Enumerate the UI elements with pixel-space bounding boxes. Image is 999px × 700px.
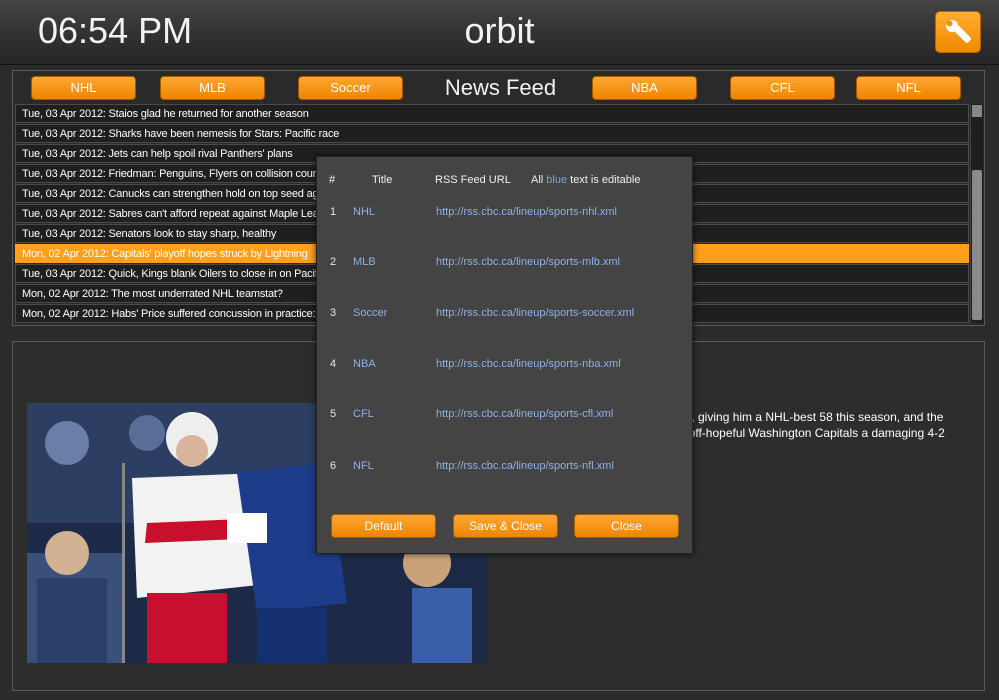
news-item[interactable]: Tue, 03 Apr 2012: Sharks have been nemes… bbox=[15, 124, 969, 143]
feed-row-number: 6 bbox=[330, 460, 337, 472]
feed-title-field[interactable]: Soccer bbox=[353, 307, 387, 319]
column-header-url: RSS Feed URL bbox=[435, 174, 511, 186]
feed-url-field[interactable]: http://rss.cbc.ca/lineup/sports-soccer.x… bbox=[436, 307, 634, 319]
feed-url-field[interactable]: http://rss.cbc.ca/lineup/sports-cfl.xml bbox=[436, 408, 613, 420]
feed-row-number: 2 bbox=[330, 256, 337, 268]
app-title: orbit bbox=[464, 10, 535, 51]
column-header-num: # bbox=[329, 174, 336, 186]
default-button[interactable]: Default bbox=[331, 514, 436, 538]
save-close-button[interactable]: Save & Close bbox=[453, 514, 558, 538]
settings-button[interactable] bbox=[935, 11, 981, 53]
article-text-line: als, giving him a NHL-best 58 this seaso… bbox=[676, 410, 944, 424]
article-text: als, giving him a NHL-best 58 this seaso… bbox=[676, 409, 976, 441]
category-button-cfl[interactable]: CFL bbox=[730, 76, 835, 100]
feed-row-number: 4 bbox=[330, 358, 337, 370]
wrench-icon bbox=[946, 20, 971, 43]
editable-note-blue: blue bbox=[546, 174, 568, 186]
feed-title-field[interactable]: NHL bbox=[353, 206, 375, 218]
rss-settings-dialog: # Title RSS Feed URL All blue text is ed… bbox=[316, 156, 693, 554]
category-button-soccer[interactable]: Soccer bbox=[298, 76, 403, 100]
feed-url-field[interactable]: http://rss.cbc.ca/lineup/sports-nhl.xml bbox=[436, 206, 617, 218]
category-button-nfl[interactable]: NFL bbox=[856, 76, 961, 100]
feed-title-field[interactable]: NFL bbox=[353, 460, 374, 472]
feed-title-field[interactable]: CFL bbox=[353, 408, 374, 420]
article-text-line: ayoff-hopeful Washington Capitals a dama… bbox=[676, 426, 945, 440]
feed-row-number: 1 bbox=[330, 206, 337, 218]
feed-url-field[interactable]: http://rss.cbc.ca/lineup/sports-nba.xml bbox=[436, 358, 621, 370]
close-button[interactable]: Close bbox=[574, 514, 679, 538]
category-button-nhl[interactable]: NHL bbox=[31, 76, 136, 100]
editable-note-suffix: text is editable bbox=[567, 174, 641, 186]
category-button-mlb[interactable]: MLB bbox=[160, 76, 265, 100]
news-list-scrollbar[interactable] bbox=[970, 104, 983, 323]
feed-title: News Feed bbox=[444, 75, 557, 100]
editable-note-prefix: All bbox=[531, 174, 547, 186]
scroll-thumb[interactable] bbox=[972, 170, 982, 320]
feed-url-field[interactable]: http://rss.cbc.ca/lineup/sports-nfl.xml bbox=[436, 460, 614, 472]
feed-title-field[interactable]: MLB bbox=[353, 256, 376, 268]
feed-url-field[interactable]: http://rss.cbc.ca/lineup/sports-mlb.xml bbox=[436, 256, 620, 268]
feed-row-number: 3 bbox=[330, 307, 337, 319]
feed-row-number: 5 bbox=[330, 408, 337, 420]
scroll-up-arrow[interactable] bbox=[972, 105, 982, 117]
category-button-nba[interactable]: NBA bbox=[592, 76, 697, 100]
column-header-title: Title bbox=[372, 174, 393, 186]
top-bar: 06:54 PM orbit bbox=[0, 0, 999, 65]
news-item[interactable]: Tue, 03 Apr 2012: Staios glad he returne… bbox=[15, 104, 969, 123]
feed-title-field[interactable]: NBA bbox=[353, 358, 376, 370]
editable-note: All blue text is editable bbox=[531, 174, 640, 186]
